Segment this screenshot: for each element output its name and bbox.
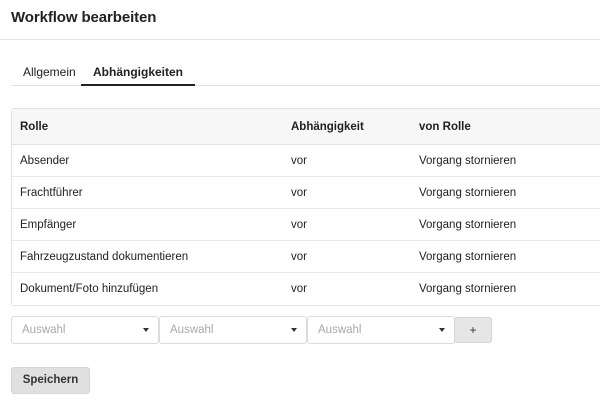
caret-down-icon — [439, 328, 445, 332]
cell-rolle: Absender — [20, 155, 70, 167]
table-row: Absender vor Vorgang stornieren — [12, 145, 600, 177]
table-row: Dokument/Foto hinzufügen vor Vorgang sto… — [12, 273, 600, 305]
column-header-abhaengigkeit: Abhängigkeit — [291, 121, 364, 133]
add-dependency-button[interactable]: + — [454, 317, 492, 343]
cell-von-rolle: Vorgang stornieren — [419, 219, 517, 231]
column-header-von-rolle: von Rolle — [419, 121, 471, 133]
select-placeholder: Auswahl — [318, 324, 362, 336]
cell-abhaengigkeit: vor — [291, 155, 307, 167]
von-rolle-select[interactable]: Auswahl — [307, 316, 455, 344]
table-header: Rolle Abhängigkeit von Rolle — [12, 109, 600, 145]
table-row: Empfänger vor Vorgang stornieren — [12, 209, 600, 241]
cell-von-rolle: Vorgang stornieren — [419, 283, 517, 295]
cell-abhaengigkeit: vor — [291, 187, 307, 199]
dependencies-table: Rolle Abhängigkeit von Rolle Absender vo… — [11, 108, 600, 306]
tab-abhaengigkeiten[interactable]: Abhängigkeiten — [81, 58, 196, 86]
cell-rolle: Frachtführer — [20, 187, 83, 199]
select-placeholder: Auswahl — [170, 324, 214, 336]
caret-down-icon — [143, 328, 149, 332]
tab-allgemein[interactable]: Allgemein — [11, 58, 88, 86]
cell-rolle: Empfänger — [20, 219, 77, 231]
cell-von-rolle: Vorgang stornieren — [419, 187, 517, 199]
table-row: Frachtführer vor Vorgang stornieren — [12, 177, 600, 209]
cell-von-rolle: Vorgang stornieren — [419, 155, 517, 167]
save-button[interactable]: Speichern — [11, 367, 90, 394]
cell-abhaengigkeit: vor — [291, 251, 307, 263]
cell-abhaengigkeit: vor — [291, 283, 307, 295]
column-header-rolle: Rolle — [20, 121, 49, 133]
page-title: Workflow bearbeiten — [11, 9, 157, 26]
table-row: Fahrzeugzustand dokumentieren vor Vorgan… — [12, 241, 600, 273]
header: Workflow bearbeiten — [0, 0, 600, 40]
abhaengigkeit-select[interactable]: Auswahl — [159, 316, 307, 344]
tab-bar: Allgemein Abhängigkeiten — [11, 58, 600, 86]
cell-von-rolle: Vorgang stornieren — [419, 251, 517, 263]
select-placeholder: Auswahl — [22, 324, 66, 336]
cell-abhaengigkeit: vor — [291, 219, 307, 231]
cell-rolle: Dokument/Foto hinzufügen — [20, 283, 159, 295]
rolle-select[interactable]: Auswahl — [11, 316, 159, 344]
cell-rolle: Fahrzeugzustand dokumentieren — [20, 251, 189, 263]
caret-down-icon — [291, 328, 297, 332]
